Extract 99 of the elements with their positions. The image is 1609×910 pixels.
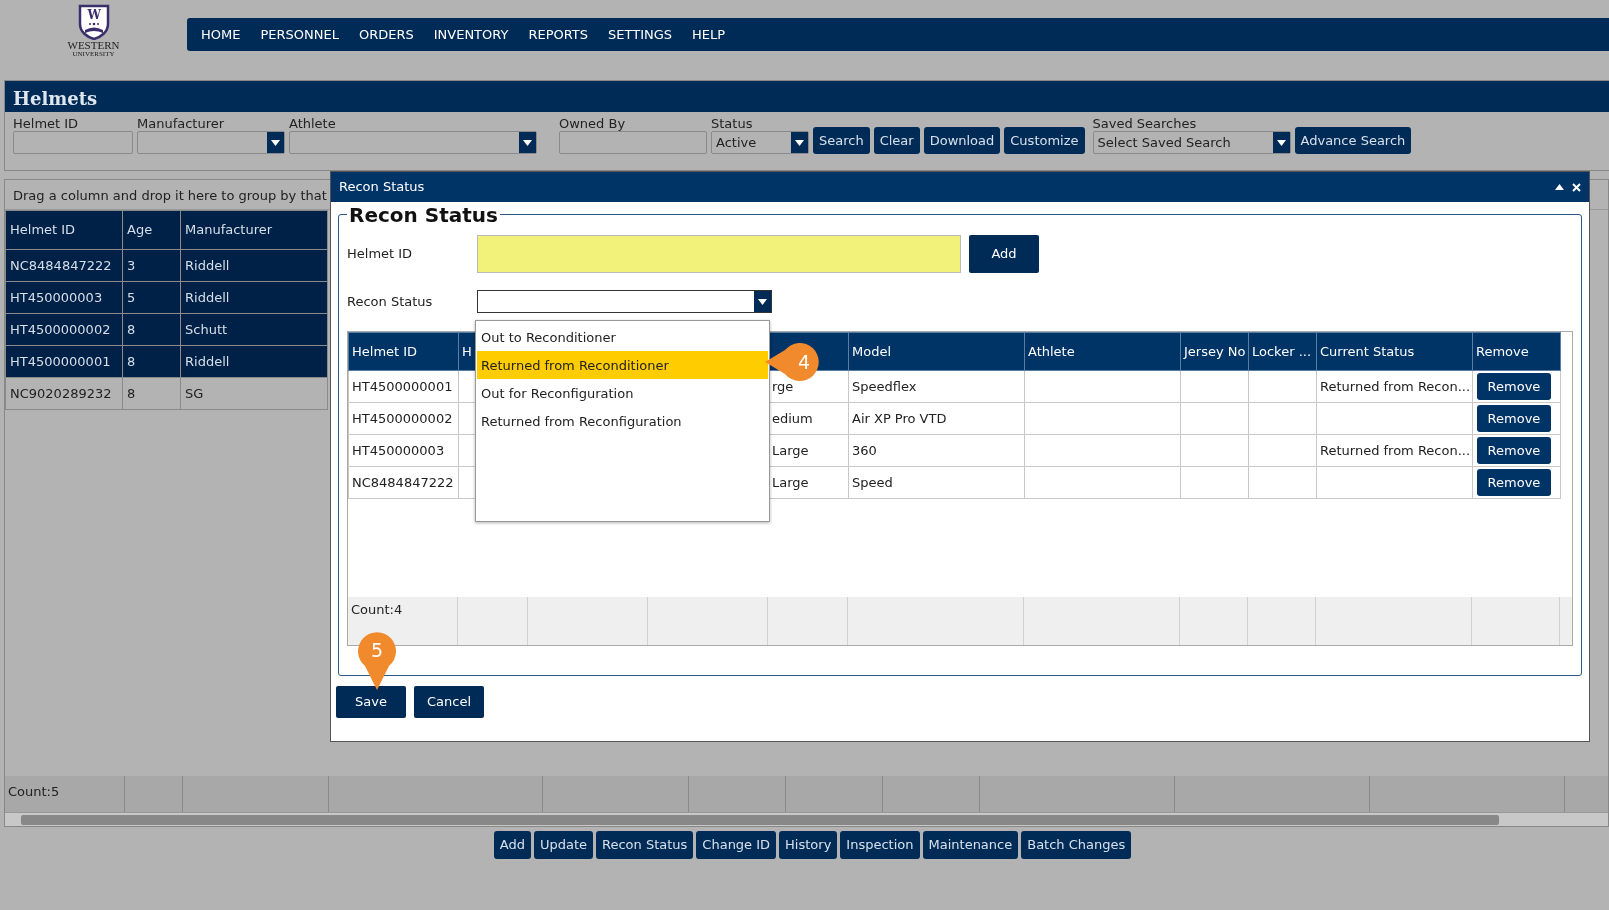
toolbar-button[interactable]: Customize (1004, 127, 1085, 154)
caret-icon (758, 298, 767, 305)
action-button[interactable]: Inspection (840, 831, 920, 859)
action-button[interactable]: Maintenance (922, 831, 1019, 859)
field-label: Status (711, 116, 754, 131)
table-cell: Air XP Pro VTD (848, 402, 1025, 435)
nav-link[interactable]: HELP (682, 26, 736, 43)
table-cell[interactable]: 8 (122, 377, 181, 410)
table-cell[interactable]: Riddell (180, 249, 328, 282)
caret-icon (271, 139, 280, 146)
action-button[interactable]: Add (493, 831, 531, 859)
table-cell[interactable]: 3 (122, 249, 181, 282)
action-button[interactable]: History (779, 831, 838, 859)
table-cell[interactable]: HT4500000002 (5, 313, 123, 346)
table-cell: Large (768, 434, 849, 467)
table-cell: HT4500000002 (348, 402, 459, 435)
column-header[interactable]: Helmet ID (348, 332, 459, 371)
add-button[interactable]: Add (969, 235, 1039, 273)
nav-link[interactable]: REPORTS (518, 26, 599, 43)
field-label: Manufacturer (137, 116, 226, 131)
table-cell[interactable]: Schutt (180, 313, 328, 346)
action-button[interactable]: Recon Status (596, 831, 694, 859)
dialog-title: Recon Status (339, 178, 425, 197)
field-label: Owned By (559, 116, 627, 131)
dropdown-option[interactable]: Out for Reconfiguration (477, 379, 768, 407)
table-cell: HT4500000001 (348, 370, 459, 403)
callout-marker: 5 (357, 630, 397, 690)
field-label: Saved Searches (1092, 116, 1198, 131)
table-cell: Speedflex (848, 370, 1025, 403)
action-button[interactable]: Change ID (696, 831, 777, 859)
remove-button[interactable]: Remove (1477, 405, 1551, 432)
shield-icon (77, 4, 110, 40)
table-cell[interactable]: 5 (122, 281, 181, 314)
remove-button[interactable]: Remove (1477, 373, 1551, 400)
nav-link[interactable]: PERSONNEL (250, 26, 349, 43)
column-header[interactable]: Manufacturer (180, 210, 328, 250)
table-cell[interactable]: NC8484847222 (5, 249, 123, 282)
table-cell: Speed (848, 466, 1025, 499)
nav-link[interactable]: HOME (191, 26, 251, 43)
dropdown-option[interactable]: Returned from Reconfiguration (477, 407, 768, 435)
input-field[interactable] (559, 131, 707, 154)
toolbar-button[interactable]: Download (923, 127, 1001, 154)
nav-link[interactable]: ORDERS (348, 26, 424, 43)
dropdown-option[interactable]: Out to Reconditioner (477, 323, 768, 351)
table-cell: Large (768, 466, 849, 499)
table-cell: NC8484847222 (348, 466, 459, 499)
dropdown-option[interactable]: Returned from Reconditioner (477, 351, 768, 379)
dropdown-field[interactable] (477, 290, 772, 313)
column-header[interactable]: Current Status (1316, 332, 1473, 371)
caret-icon (523, 139, 532, 146)
table-cell[interactable]: 8 (122, 345, 181, 378)
dropdown-field[interactable] (289, 131, 537, 154)
table-cell[interactable]: Riddell (180, 345, 328, 378)
table-cell[interactable]: HT450000003 (5, 281, 123, 314)
remove-button[interactable]: Remove (1477, 469, 1551, 496)
action-button[interactable]: Update (533, 831, 593, 859)
caret-icon (795, 139, 804, 146)
close-icon[interactable] (1572, 182, 1581, 192)
column-header[interactable]: Athlete (1024, 332, 1181, 371)
field-label: Helmet ID (347, 245, 414, 264)
dropdown-field[interactable]: Select Saved Search (1092, 131, 1291, 154)
column-header[interactable]: Remove (1472, 332, 1561, 371)
column-header[interactable]: Model (848, 332, 1025, 371)
dropdown-field[interactable]: Active (711, 131, 809, 154)
collapse-icon[interactable] (1555, 184, 1564, 190)
nav-link[interactable]: INVENTORY (423, 26, 519, 43)
dropdown-field[interactable] (137, 131, 285, 154)
column-header[interactable]: Jersey No (1180, 332, 1249, 371)
input-field[interactable] (13, 131, 133, 154)
input-field[interactable] (477, 235, 961, 273)
table-cell[interactable]: HT4500000001 (5, 345, 123, 378)
column-header[interactable]: Locker ... (1248, 332, 1317, 371)
toolbar-button[interactable]: Search (813, 127, 870, 154)
field-label: Helmet ID (13, 116, 80, 131)
panel-title: Helmets (5, 81, 1609, 112)
action-button[interactable]: Batch Changes (1021, 831, 1132, 859)
field-label: Recon Status (347, 292, 434, 311)
table-cell[interactable]: 8 (122, 313, 181, 346)
table-cell: Returned from Recon... (1316, 434, 1473, 467)
dialog-button[interactable]: Save (336, 686, 406, 718)
scrollbar[interactable] (5, 812, 1608, 826)
field-label: Athlete (289, 116, 337, 131)
table-cell: edium (768, 402, 849, 435)
toolbar-button[interactable]: Clear (873, 127, 920, 154)
column-header[interactable]: Helmet ID (5, 210, 123, 250)
table-cell[interactable]: Riddell (180, 281, 328, 314)
table-cell[interactable]: SG (180, 377, 328, 410)
caret-icon (1276, 139, 1286, 146)
table-cell: HT450000003 (348, 434, 459, 467)
advance-search-button[interactable]: Advance Search (1294, 127, 1412, 154)
column-header[interactable]: Age (122, 210, 181, 250)
remove-button[interactable]: Remove (1477, 437, 1551, 464)
logo-letter: W (87, 7, 101, 24)
table-cell: 360 (848, 434, 1025, 467)
dialog-button[interactable]: Cancel (414, 686, 484, 718)
nav-link[interactable]: SETTINGS (598, 26, 683, 43)
logo-name: WESTERN (67, 40, 120, 50)
table-cell[interactable]: NC9020289232 (5, 377, 123, 410)
table-cell: Returned from Recon... (1316, 370, 1473, 403)
